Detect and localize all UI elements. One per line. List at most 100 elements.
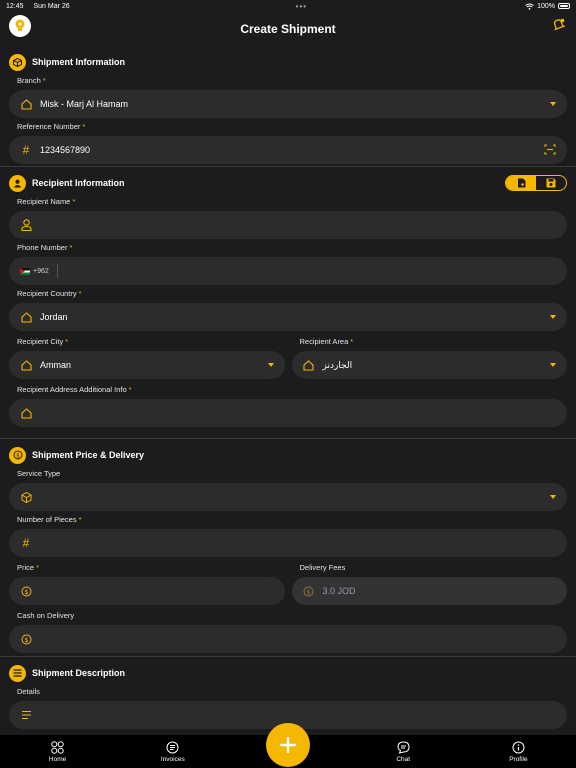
recipient-name-label: Recipient Name *: [17, 197, 76, 206]
app-header: Create Shipment: [0, 12, 576, 46]
list-icon: [9, 664, 26, 682]
reference-number-field[interactable]: # 1234567890: [9, 136, 567, 164]
cod-label: Cash on Delivery: [17, 611, 75, 620]
tab-label: Invoices: [160, 755, 185, 763]
scan-icon[interactable]: [544, 144, 556, 157]
chat-icon: [397, 740, 410, 754]
chevron-down-icon: [550, 363, 556, 367]
wifi-icon: [525, 3, 534, 10]
bulb-logo-icon: [15, 19, 25, 31]
section-title: Shipment Price & Delivery: [32, 450, 145, 460]
recipient-actions-toggle[interactable]: [505, 175, 567, 191]
address-label: Recipient Address Additional Info *: [17, 385, 132, 394]
phone-label: Phone Number *: [17, 243, 73, 252]
page-title: Create Shipment: [240, 22, 336, 36]
section-header: Shipment Description: [9, 663, 567, 683]
number-of-pieces-field[interactable]: #: [9, 529, 567, 557]
status-right: 100%: [525, 3, 570, 10]
price-fees-row: Price * $ Delivery Fees $ 3.0 JOD: [9, 559, 567, 607]
area-select[interactable]: الجاردنز: [291, 351, 567, 379]
chevron-down-icon: [550, 102, 556, 106]
details-label: Details: [17, 687, 40, 696]
branch-label: Branch *: [17, 76, 46, 85]
cash-on-delivery-field[interactable]: $: [9, 625, 567, 653]
city-select[interactable]: Amman: [9, 351, 285, 379]
grid-icon: [51, 740, 64, 754]
fees-column: Delivery Fees $ 3.0 JOD: [291, 559, 567, 607]
pieces-label: Number of Pieces *: [17, 515, 82, 524]
reference-value: 1234567890: [40, 145, 91, 155]
tab-chat[interactable]: Chat: [346, 735, 461, 768]
add-shipment-button[interactable]: [266, 723, 310, 767]
battery-percent: 100%: [537, 2, 555, 10]
price-label: Price *: [17, 563, 40, 572]
price-delivery-section: $ Shipment Price & Delivery Service Type…: [0, 439, 576, 657]
service-type-label: Service Type: [17, 469, 61, 478]
svg-text:$: $: [24, 588, 28, 596]
info-icon: [512, 741, 525, 753]
tab-label: Home: [48, 755, 67, 763]
tab-home[interactable]: Home: [0, 735, 115, 768]
app-logo[interactable]: [9, 15, 31, 37]
home-icon: [20, 359, 32, 371]
address-field[interactable]: [9, 399, 567, 427]
home-icon: [20, 311, 32, 323]
status-date: Sun Mar 26: [33, 2, 70, 10]
section-header: Shipment Information: [9, 52, 567, 72]
dollar-icon: $: [9, 446, 26, 464]
coin-icon: $: [20, 633, 32, 645]
fees-label: Delivery Fees: [299, 563, 346, 572]
status-left: 12:45 Sun Mar 26: [6, 3, 78, 10]
status-time: 12:45: [6, 2, 24, 10]
price-field[interactable]: $: [9, 577, 285, 605]
country-code: +962: [33, 267, 49, 275]
battery-icon: [557, 3, 570, 9]
svg-text:$: $: [24, 636, 28, 644]
section-title: Shipment Information: [32, 57, 125, 67]
home-icon: [20, 98, 32, 110]
delivery-fees-field: $ 3.0 JOD: [291, 577, 567, 605]
tab-profile[interactable]: Profile: [461, 735, 576, 768]
city-area-row: Recipient City * Amman Recipient Area * ال…: [9, 333, 567, 381]
box-icon: [20, 491, 32, 503]
svg-text:$: $: [306, 588, 310, 596]
chevron-down-icon: [550, 315, 556, 319]
home-icon: [20, 407, 32, 419]
city-value: Amman: [40, 360, 72, 370]
recipient-name-field[interactable]: [9, 211, 567, 239]
status-bar: 12:45 Sun Mar 26 ••• 100%: [0, 0, 576, 12]
section-title: Recipient Information: [32, 178, 125, 188]
tab-invoices[interactable]: Invoices: [115, 735, 230, 768]
chevron-down-icon: [267, 363, 274, 367]
svg-text:$: $: [16, 452, 20, 459]
city-label: Recipient City *: [17, 337, 69, 346]
price-column: Price * $: [9, 559, 285, 607]
coin-icon: $: [20, 585, 32, 597]
save-icon[interactable]: [536, 176, 566, 190]
section-header: $ Shipment Price & Delivery: [9, 445, 567, 465]
area-label: Recipient Area *: [299, 337, 354, 346]
recipient-information-section: Recipient Information Recipient Name * Ph…: [0, 167, 576, 439]
country-value: Jordan: [40, 312, 68, 322]
divider: [56, 264, 58, 278]
multitask-dots-icon[interactable]: •••: [296, 2, 307, 11]
phone-number-field[interactable]: +962: [9, 257, 567, 285]
notification-bell-icon[interactable]: [552, 18, 566, 36]
invoice-icon: [166, 741, 179, 753]
service-type-select[interactable]: [9, 483, 567, 511]
country-code-picker[interactable]: +962: [20, 267, 49, 275]
area-value: الجاردنز: [322, 359, 353, 370]
city-column: Recipient City * Amman: [9, 333, 285, 381]
box-icon: [9, 53, 26, 71]
person-icon: [9, 174, 26, 192]
branch-select[interactable]: Misk - Marj Al Hamam: [9, 90, 567, 118]
country-label: Recipient Country *: [17, 289, 82, 298]
contact-file-icon[interactable]: [506, 176, 536, 190]
plus-icon: [280, 737, 296, 753]
country-select[interactable]: Jordan: [9, 303, 567, 331]
shipment-information-section: Shipment Information Branch * Misk - Marj…: [0, 46, 576, 167]
tab-label: Profile: [509, 755, 528, 763]
user-icon: [20, 219, 32, 231]
section-header: Recipient Information: [9, 173, 567, 193]
chevron-down-icon: [550, 495, 556, 499]
